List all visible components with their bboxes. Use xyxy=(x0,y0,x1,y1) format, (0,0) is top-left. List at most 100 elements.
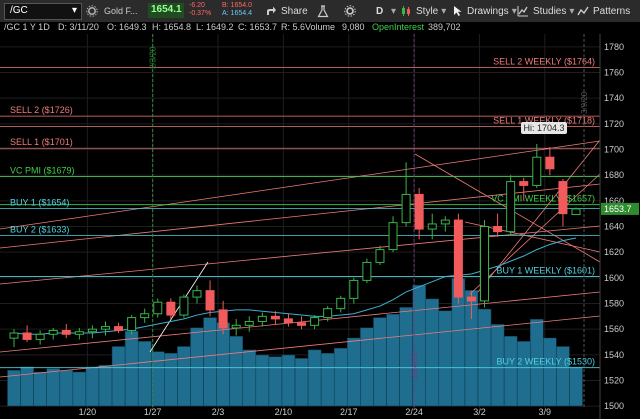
candle-up xyxy=(480,226,490,302)
volume-bar xyxy=(177,346,191,407)
last-price: 1654.1 xyxy=(151,4,182,15)
time-tick-label: 1/20 xyxy=(79,407,97,417)
bid-price: B: 1654.0 xyxy=(222,2,252,9)
chevron-down-icon: ▾ xyxy=(569,5,575,17)
bar-low: L: 1649.2 xyxy=(196,22,234,32)
change-percent: -0.37% xyxy=(189,10,212,17)
candle-down xyxy=(166,301,176,316)
chart-toolbar: /GC ▾ Gold F... 1654.1 -6.20 -0.37% B: 1… xyxy=(0,0,640,23)
time-tick-label: 2/10 xyxy=(275,407,293,417)
candle-up xyxy=(9,332,19,339)
candle-up xyxy=(571,208,581,216)
level-label: VC PMI ($1679) xyxy=(10,165,75,175)
candle-up xyxy=(74,331,84,335)
candle-up xyxy=(323,308,333,319)
volume-bar xyxy=(190,327,204,407)
aggregation-period-button[interactable]: D xyxy=(376,0,383,22)
time-marker-label: 2/24/20 xyxy=(410,352,419,379)
volume-bar xyxy=(33,371,47,407)
volume-bar xyxy=(85,366,100,407)
volume-bar xyxy=(255,354,270,407)
volume-bar xyxy=(164,353,178,407)
candle-down xyxy=(114,326,124,331)
candle-up xyxy=(140,313,150,319)
style-button[interactable]: Style ▾ xyxy=(400,0,446,22)
share-button[interactable]: Share xyxy=(265,0,308,22)
candle-up xyxy=(362,261,372,281)
volume-bar xyxy=(111,346,126,407)
high-callout: Hi: 1704.3 xyxy=(521,122,567,134)
candle-up xyxy=(440,219,450,225)
volume-bar xyxy=(386,313,400,407)
volume-bar xyxy=(20,366,34,407)
candle-down xyxy=(205,290,215,311)
trendline xyxy=(469,173,601,295)
style-label: Style xyxy=(416,5,439,17)
level-label: SELL 2 WEEKLY ($1764) xyxy=(493,56,595,66)
candle-up xyxy=(401,193,411,224)
candles xyxy=(9,143,581,348)
gear-icon[interactable] xyxy=(86,0,98,22)
chart-info-bar: /GC 1 Y 1D D: 3/11/20 O: 1649.3 H: 1654.… xyxy=(0,22,640,34)
level-label: BUY 1 ($1654) xyxy=(10,198,69,208)
candle-down xyxy=(414,193,424,230)
bar-high: H: 1654.8 xyxy=(152,22,192,32)
candle-down xyxy=(218,309,228,329)
price-tick-label: 1680 xyxy=(604,170,624,180)
time-marker-label: 3/9/20 xyxy=(580,91,589,114)
candle-up xyxy=(35,333,45,340)
time-marker-label: 2/3/20 xyxy=(149,46,158,69)
bid-ask: B: 1654.0 A: 1654.4 xyxy=(222,2,252,18)
studies-icon xyxy=(517,6,528,17)
candle-up xyxy=(375,249,385,263)
price-tick-label: 1540 xyxy=(604,350,624,360)
price-tick-label: 1720 xyxy=(604,119,624,129)
volume-value: 9,080 xyxy=(342,22,365,32)
candle-down xyxy=(466,296,476,302)
volume-bar xyxy=(98,364,113,407)
symbol-selector[interactable]: /GC ▾ xyxy=(4,3,82,20)
volume-bar xyxy=(242,349,257,407)
candle-up xyxy=(427,223,437,230)
ask-price: A: 1654.4 xyxy=(222,10,252,17)
candle-up xyxy=(257,315,267,322)
candle-up xyxy=(310,317,320,326)
candle-down xyxy=(61,329,71,335)
studies-button[interactable]: Studies ▾ xyxy=(517,0,574,22)
price-tick-label: 1760 xyxy=(604,68,624,78)
volume-bar xyxy=(556,346,570,407)
volume-bar xyxy=(438,310,453,407)
volume-label: Volume xyxy=(305,22,336,32)
time-tick-label: 1/27 xyxy=(144,407,162,417)
candle-up xyxy=(244,320,254,326)
price-chart[interactable]: SELL 2 WEEKLY ($1764) SELL 2 ($1726) SELL … xyxy=(0,34,640,419)
open-interest-label: OpenInterest xyxy=(372,22,425,32)
volume-bar xyxy=(320,353,335,407)
candle-up xyxy=(349,279,359,299)
flask-icon[interactable] xyxy=(317,0,329,22)
candles-icon xyxy=(402,6,410,16)
level-label: SELL 1 ($1701) xyxy=(10,137,73,147)
period-chevron-icon[interactable]: ▾ xyxy=(391,0,396,22)
volume-bar xyxy=(151,351,165,407)
patterns-button[interactable]: Patterns xyxy=(577,0,630,22)
candle-up xyxy=(192,290,202,298)
drawings-button[interactable]: Drawings ▾ xyxy=(452,0,517,22)
candle-up xyxy=(48,329,58,335)
volume-bar xyxy=(425,298,439,407)
settings-icon[interactable] xyxy=(344,0,356,22)
volume-bar xyxy=(72,371,87,407)
drawings-icon xyxy=(454,6,462,16)
symbol-description: Gold F... xyxy=(104,6,138,16)
volume-bar xyxy=(216,322,230,407)
candle-up xyxy=(532,156,542,186)
volume-bar xyxy=(412,285,426,407)
price-tick-label: 1780 xyxy=(604,42,624,52)
time-tick-label: 3/9 xyxy=(539,407,552,417)
price-tick-label: 1600 xyxy=(604,273,624,283)
volume-bar xyxy=(334,347,348,407)
candle-up xyxy=(100,326,110,330)
candle-down xyxy=(519,181,529,186)
level-label: BUY 2 ($1633) xyxy=(10,224,69,234)
symbol-text: /GC xyxy=(10,5,28,16)
